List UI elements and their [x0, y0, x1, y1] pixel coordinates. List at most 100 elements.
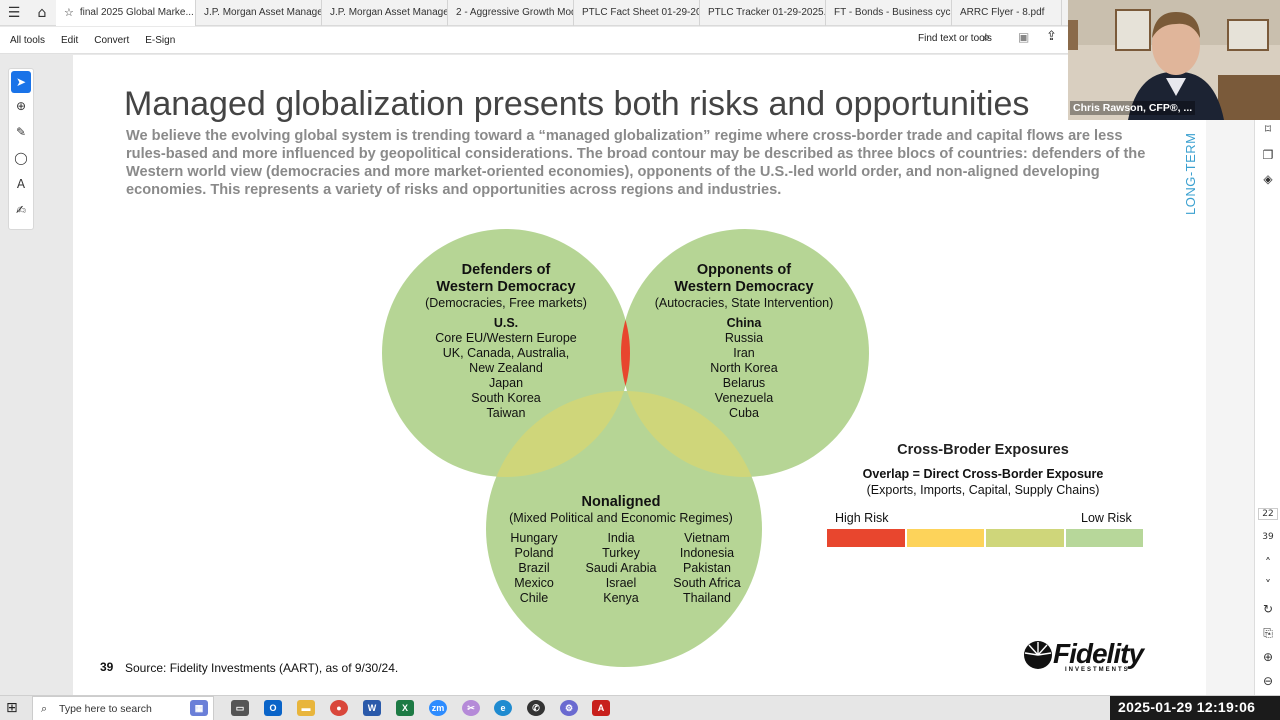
document-page: Managed globalization presents both risk…	[73, 55, 1206, 695]
tab-label: J.P. Morgan Asset Managem...	[330, 7, 447, 18]
tab-label: 2 - Aggressive Growth Mode...	[456, 7, 573, 18]
opponents-country: Iran	[733, 346, 755, 360]
page-total: 39	[1262, 532, 1274, 542]
nonaligned-title: Nonaligned	[581, 494, 661, 510]
right-tool-panel: ⌑ ❐ ◈ 22 39 ˄ ˅ ↻ ⎘ ⊕ ⊖	[1254, 120, 1280, 695]
tab-ptlc-tracker[interactable]: PTLC Tracker 01-29-2025.pdf	[700, 0, 826, 26]
lasso-icon[interactable]: ◯	[9, 145, 33, 171]
refresh-icon[interactable]: ↻	[1255, 602, 1280, 616]
chrome-icon[interactable]: ●	[330, 700, 348, 716]
nonaligned-country: Israel	[605, 576, 637, 590]
legend-overlap: Overlap = Direct Cross-Border Exposure	[862, 467, 1104, 481]
nonaligned-country: Thailand	[683, 591, 731, 605]
tab-global-market[interactable]: ☆ final 2025 Global Marke... ✕	[56, 0, 196, 26]
settings-icon[interactable]: ⚙	[560, 700, 578, 716]
text-select-icon[interactable]: A	[9, 171, 33, 197]
tab-label: J.P. Morgan Asset Managem...	[204, 7, 321, 18]
tab-jpm-1[interactable]: J.P. Morgan Asset Managem...	[196, 0, 322, 26]
tab-ptlc-fact-sheet[interactable]: PTLC Fact Sheet 01-29-2025...	[574, 0, 700, 26]
legend-high-risk: High Risk	[835, 511, 889, 525]
acrobat-icon[interactable]: A	[592, 700, 610, 716]
opponents-title-1: Opponents of	[696, 262, 792, 278]
nonaligned-country: Brazil	[518, 561, 550, 575]
opponents-country: Belarus	[722, 376, 766, 390]
defenders-country: South Korea	[471, 391, 541, 405]
defenders-country: Japan	[488, 376, 524, 390]
risk-scale-bar	[827, 529, 1145, 547]
edge-icon[interactable]: e	[494, 700, 512, 716]
source-note: Source: Fidelity Investments (AART), as …	[125, 661, 399, 675]
tab-jpm-2[interactable]: J.P. Morgan Asset Managem...	[322, 0, 448, 26]
taskbar-search[interactable]: ⌕ Type here to search	[32, 696, 214, 720]
outlook-icon[interactable]: O	[264, 700, 282, 716]
nonaligned-country: Saudi Arabia	[585, 561, 657, 575]
search-icon: ⌕	[41, 702, 48, 715]
defenders-country: Core EU/Western Europe	[435, 331, 577, 345]
nonaligned-country: Vietnam	[684, 531, 730, 545]
risk-swatch	[827, 529, 905, 547]
nonaligned-country: India	[607, 531, 635, 545]
tab-ft-bonds[interactable]: FT - Bonds - Business cycle =...	[826, 0, 952, 26]
fidelity-investments: INVESTMENTS	[1065, 667, 1130, 673]
zoom-comment-icon[interactable]: ⊕	[9, 93, 33, 119]
all-tools-button[interactable]: All tools	[10, 35, 45, 46]
zoom-out-icon[interactable]: ⊖	[1255, 674, 1280, 688]
search-input[interactable]: Type here to search	[59, 703, 152, 715]
windows-start-icon[interactable]: ⊞	[6, 700, 18, 716]
convert-button[interactable]: Convert	[94, 35, 129, 46]
quick-tools-panel: ➤ ⊕ ✎ ◯ A ✍	[8, 68, 34, 230]
esign-button[interactable]: E-Sign	[145, 35, 175, 46]
widgets-icon[interactable]: ▦	[190, 700, 208, 716]
tab-label: PTLC Fact Sheet 01-29-2025...	[582, 7, 699, 18]
tab-label: PTLC Tracker 01-29-2025.pdf	[708, 7, 825, 18]
legend-types: (Exports, Imports, Capital, Supply Chain…	[866, 483, 1100, 497]
bookmark-icon[interactable]: ⌑	[1255, 122, 1280, 136]
menu-icon[interactable]: ☰	[0, 0, 28, 26]
risk-swatch	[1065, 529, 1143, 547]
tab-label: FT - Bonds - Business cycle =...	[834, 7, 951, 18]
select-cursor-icon[interactable]: ➤	[11, 71, 31, 93]
nonaligned-header: Nonaligned (Mixed Political and Economic…	[496, 494, 746, 526]
fidelity-wordmark: Fidelity	[1053, 638, 1144, 669]
excel-icon[interactable]: X	[396, 700, 414, 716]
layers-icon[interactable]: ◈	[1255, 172, 1280, 186]
zoom-icon[interactable]: zm	[429, 700, 447, 716]
whatsapp-icon[interactable]: ✆	[527, 700, 545, 716]
zoom-in-icon[interactable]: ⊕	[1255, 650, 1280, 664]
nonaligned-country: Indonesia	[679, 546, 735, 560]
pencil-icon[interactable]: ✎	[9, 119, 33, 145]
star-icon[interactable]: ☆	[64, 6, 74, 19]
nonaligned-country: Turkey	[602, 546, 640, 560]
edit-button[interactable]: Edit	[61, 35, 78, 46]
tab-arrc-flyer[interactable]: ARRC Flyer - 8.pdf	[952, 0, 1062, 26]
opponents-subtitle: (Autocracies, State Intervention)	[654, 296, 834, 310]
page-tool-icon[interactable]: ⎘	[1255, 626, 1280, 641]
chevron-down-icon[interactable]: ˅	[1255, 578, 1280, 592]
cloud-upload-icon[interactable]: ⇪	[1046, 29, 1057, 44]
tab-aggressive-growth[interactable]: 2 - Aggressive Growth Mode...	[448, 0, 574, 26]
save-icon[interactable]: ▣	[1018, 30, 1029, 44]
opponents-block: Opponents of Western Democracy (Autocrac…	[644, 262, 844, 421]
search-icon[interactable]: ⌕	[983, 30, 990, 45]
opponents-country: Cuba	[729, 406, 759, 420]
nonaligned-country: Chile	[519, 591, 549, 605]
signature-icon[interactable]: ✍	[9, 197, 33, 223]
risk-swatch	[986, 529, 1064, 547]
tab-label: final 2025 Global Marke...	[79, 7, 194, 18]
word-icon[interactable]: W	[363, 700, 381, 716]
toolbar: All tools Edit Convert E-Sign Find text …	[0, 27, 1068, 54]
clock: 2025-01-29 12:19:06	[1110, 696, 1280, 720]
nonaligned-col-3: Vietnam Indonesia Pakistan South Africa …	[667, 531, 747, 606]
defenders-subtitle: (Democracies, Free markets)	[425, 296, 587, 310]
find-button[interactable]: Find text or tools	[918, 33, 992, 44]
file-explorer-icon[interactable]: ▬	[297, 700, 315, 716]
page-number: 39	[100, 660, 114, 674]
home-icon[interactable]: ⌂	[28, 0, 56, 26]
nonaligned-country: Mexico	[514, 576, 554, 590]
page-current[interactable]: 22	[1258, 508, 1278, 520]
snipping-tool-icon[interactable]: ✂	[462, 700, 480, 716]
opponents-country: Venezuela	[714, 391, 774, 405]
task-view-icon[interactable]: ▭	[231, 700, 249, 716]
chevron-up-icon[interactable]: ˄	[1255, 556, 1280, 570]
copy-pages-icon[interactable]: ❐	[1255, 148, 1280, 162]
